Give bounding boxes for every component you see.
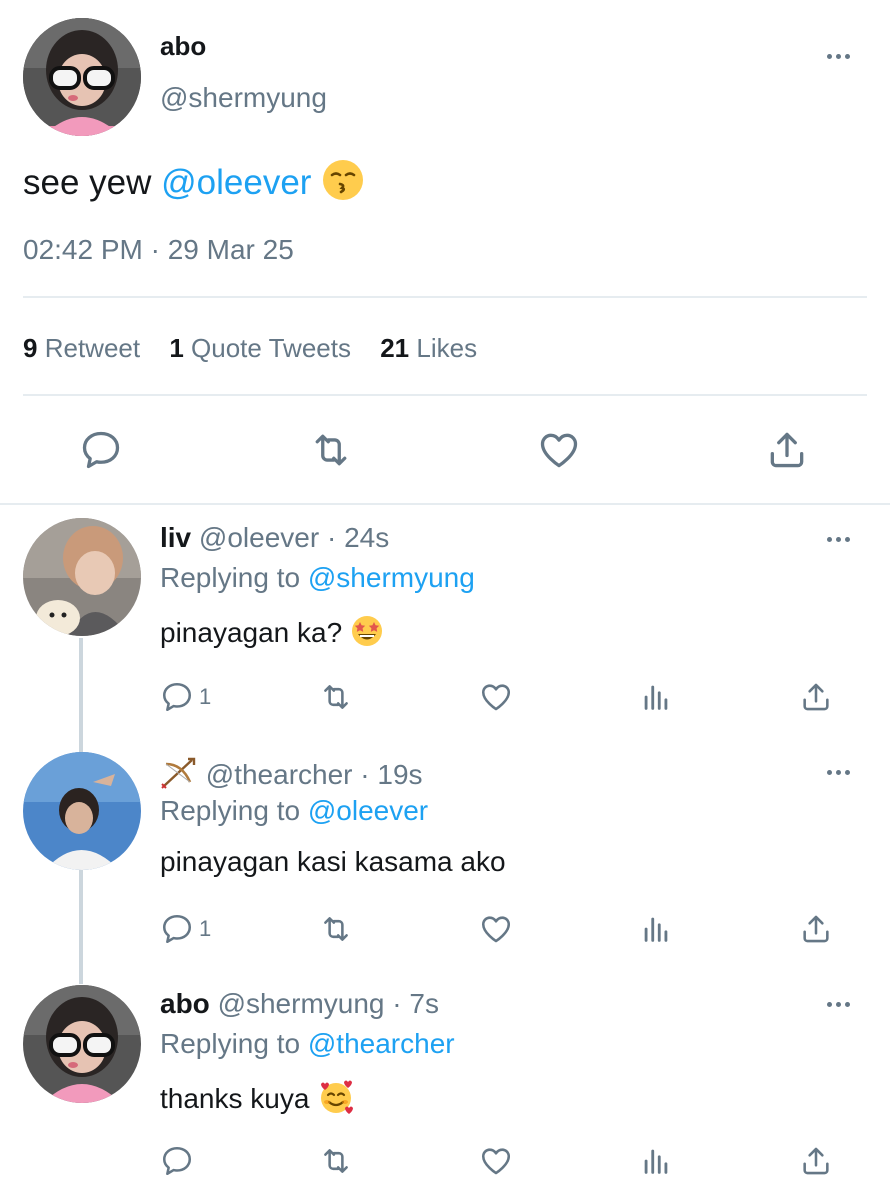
likes-count: 21 — [380, 333, 410, 363]
quotes-label: Quote Tweets — [191, 333, 351, 363]
tweet-stats: 9 Retweet 1 Quote Tweets 21 Likes — [23, 333, 477, 364]
reply-header: liv @oleever · 24s — [160, 522, 389, 554]
reply-text: pinayagan kasi kasama ako — [160, 846, 506, 877]
reply-text: pinayagan ka? — [160, 614, 384, 655]
likes-stat[interactable]: 21 Likes — [380, 333, 477, 363]
separator-dot: · — [360, 758, 370, 790]
more-options-icon[interactable] — [827, 54, 850, 59]
tweet-text: see yew @oleever — [23, 158, 365, 211]
avatar-abo[interactable] — [23, 18, 141, 136]
reply-text-body: pinayagan ka? — [160, 616, 343, 648]
reply-header: @thearcher · 19s — [160, 756, 423, 797]
reply-icon[interactable] — [160, 680, 194, 714]
replying-to-label: Replying to — [160, 562, 301, 593]
reply-icon[interactable] — [79, 428, 123, 472]
reply-author-name[interactable]: liv — [160, 522, 191, 553]
reply-author-handle[interactable]: @thearcher — [206, 759, 353, 790]
retweet-icon[interactable] — [319, 1144, 353, 1178]
reply-author-handle[interactable]: @shermyung — [218, 988, 385, 1019]
more-options-icon[interactable] — [827, 770, 850, 775]
reply-header: abo @shermyung · 7s — [160, 988, 439, 1020]
retweet-icon[interactable] — [319, 912, 353, 946]
share-icon[interactable] — [799, 1144, 833, 1178]
author-name[interactable]: abo — [160, 31, 206, 62]
replying-to: Replying to @thearcher — [160, 1028, 455, 1060]
replying-to-label: Replying to — [160, 795, 301, 826]
quotes-stat[interactable]: 1 Quote Tweets — [169, 333, 358, 363]
avatar-liv[interactable] — [23, 518, 141, 636]
reply-count: 1 — [199, 916, 212, 941]
separator-dot: · — [326, 522, 337, 553]
replying-to-link[interactable]: @shermyung — [308, 562, 475, 593]
share-icon[interactable] — [799, 680, 833, 714]
like-icon[interactable] — [479, 912, 513, 946]
analytics-icon[interactable] — [639, 1144, 673, 1178]
share-icon[interactable] — [799, 912, 833, 946]
replying-to: Replying to @shermyung — [160, 562, 475, 594]
likes-label: Likes — [416, 333, 478, 363]
retweets-label: Retweet — [44, 333, 141, 363]
mention-link[interactable]: @oleever — [161, 163, 311, 202]
replying-to-label: Replying to — [160, 1028, 301, 1059]
replying-to-link[interactable]: @oleever — [308, 795, 428, 826]
author-handle[interactable]: @shermyung — [160, 82, 327, 114]
reply-icon[interactable] — [160, 1144, 194, 1178]
divider — [0, 503, 890, 505]
analytics-icon[interactable] — [639, 680, 673, 714]
smiling-face-with-hearts-emoji — [317, 1078, 355, 1123]
kissing-face-emoji — [321, 158, 365, 211]
bow-and-arrow-icon — [160, 756, 198, 797]
replying-to: Replying to @oleever — [160, 795, 428, 827]
more-options-icon[interactable] — [827, 537, 850, 542]
divider — [23, 296, 867, 298]
reply-icon[interactable] — [160, 912, 194, 946]
star-struck-emoji — [350, 614, 384, 655]
more-options-icon[interactable] — [827, 1002, 850, 1007]
quotes-count: 1 — [169, 333, 184, 363]
tweet-text-body: see yew — [23, 162, 152, 202]
divider — [23, 394, 867, 396]
avatar-thearcher[interactable] — [23, 752, 141, 870]
analytics-icon[interactable] — [639, 912, 673, 946]
reply-author-handle[interactable]: @oleever — [199, 522, 319, 553]
reply-time[interactable]: 24s — [344, 522, 389, 553]
separator-dot: · — [392, 988, 402, 1019]
reply-count: 1 — [199, 684, 212, 709]
retweet-icon[interactable] — [319, 680, 353, 714]
reply-time[interactable]: 19s — [377, 759, 422, 790]
retweets-stat[interactable]: 9 Retweet — [23, 333, 147, 363]
replying-to-link[interactable]: @thearcher — [308, 1028, 455, 1059]
reply-time[interactable]: 7s — [409, 988, 439, 1019]
like-icon[interactable] — [479, 680, 513, 714]
reply-text-body: thanks kuya — [160, 1082, 310, 1114]
retweets-count: 9 — [23, 333, 38, 363]
retweet-icon[interactable] — [309, 428, 353, 472]
reply-author-name[interactable]: abo — [160, 988, 210, 1019]
thread-line — [79, 638, 83, 752]
like-icon[interactable] — [479, 1144, 513, 1178]
like-icon[interactable] — [537, 428, 581, 472]
thread-line — [79, 870, 83, 984]
share-icon[interactable] — [765, 428, 809, 472]
tweet-timestamp[interactable]: 02:42 PM · 29 Mar 25 — [23, 234, 294, 266]
reply-text: thanks kuya — [160, 1078, 355, 1123]
avatar-abo[interactable] — [23, 985, 141, 1103]
